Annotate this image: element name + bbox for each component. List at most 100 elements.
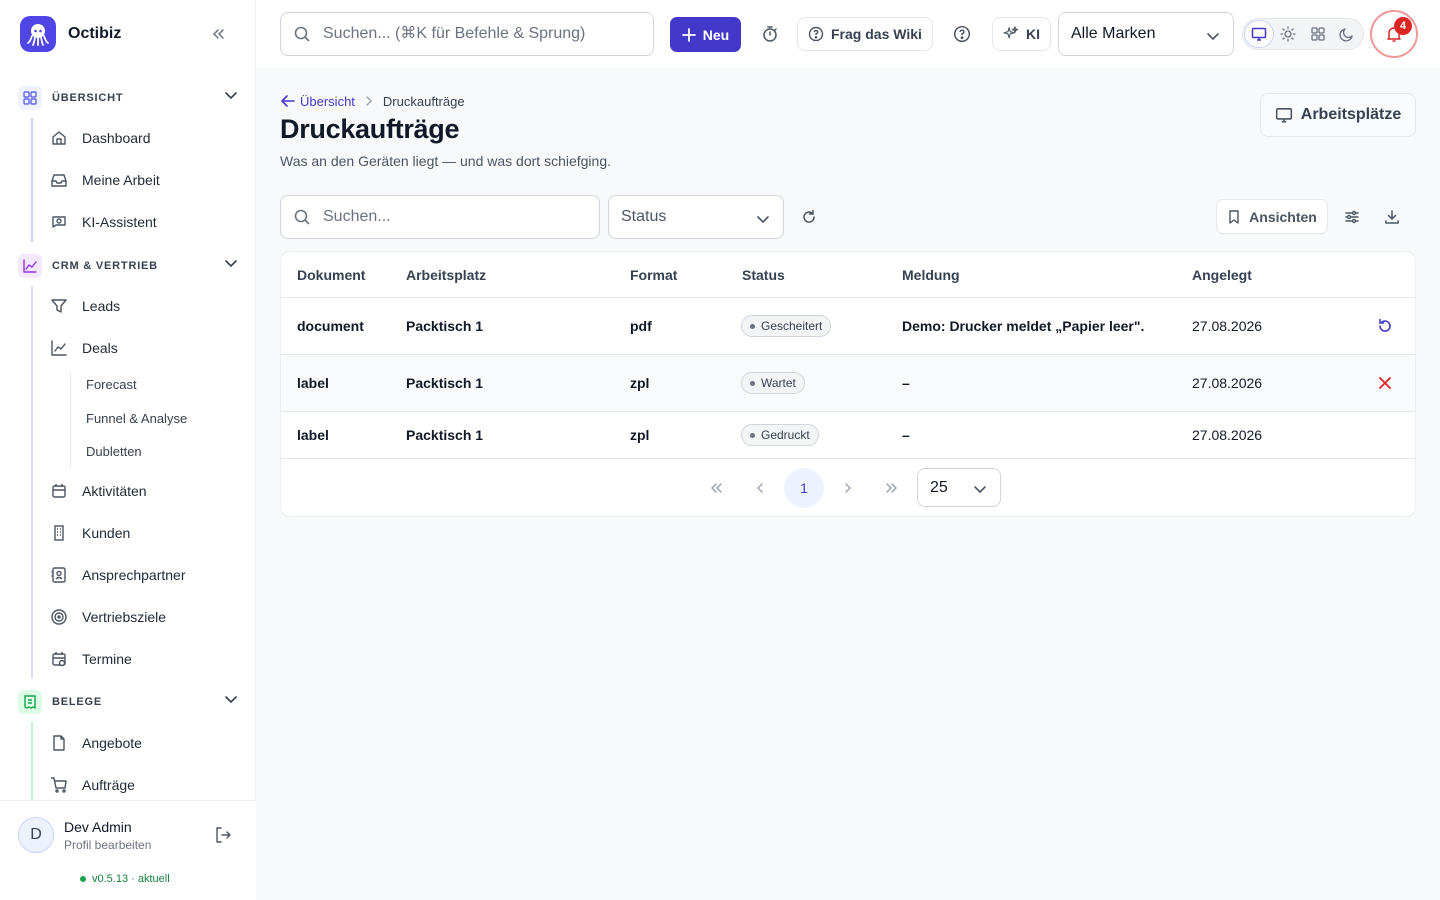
- global-search[interactable]: [280, 12, 654, 56]
- breadcrumb-current: Druckaufträge: [382, 93, 465, 109]
- bookmark-icon: [1229, 209, 1239, 224]
- sidebar-item-label: Deals: [82, 340, 118, 356]
- ai-button-label: KI: [1026, 26, 1040, 42]
- wiki-button[interactable]: Frag das Wiki: [797, 17, 933, 51]
- octopus-logo-icon: [20, 16, 56, 52]
- theme-grid-button[interactable]: [1304, 21, 1332, 47]
- prev-page-button[interactable]: [740, 468, 780, 508]
- chevron-down-icon: [1207, 33, 1219, 41]
- page-subtitle: Was an den Geräten liegt — und was dort …: [280, 153, 611, 169]
- sidebar-item-kunden[interactable]: Kunden: [50, 516, 240, 550]
- page-button-current[interactable]: 1: [784, 468, 824, 508]
- column-header-arbeitsplatz[interactable]: Arbeitsplatz: [406, 267, 486, 283]
- inbox-icon: [51, 174, 67, 187]
- status-badge: Wartet: [741, 372, 805, 394]
- sidebar-subitem-dubletten[interactable]: Dubletten: [86, 444, 142, 459]
- logout-button[interactable]: [213, 825, 233, 850]
- column-header-status[interactable]: Status: [742, 267, 785, 283]
- section-uebersicht[interactable]: ÜBERSICHT: [18, 85, 240, 111]
- column-header-dokument[interactable]: Dokument: [297, 267, 365, 283]
- retry-button[interactable]: [1373, 314, 1397, 338]
- sidebar-item-meine-arbeit[interactable]: Meine Arbeit: [50, 163, 240, 197]
- target-icon: [51, 609, 67, 625]
- views-button-label: Ansichten: [1249, 208, 1317, 225]
- monitor-icon: [1275, 108, 1292, 123]
- page-size-select[interactable]: 25: [917, 468, 1001, 507]
- sidebar-item-ki-assistent[interactable]: KI-Assistent: [50, 205, 240, 239]
- theme-dark-button[interactable]: [1334, 21, 1362, 47]
- new-button[interactable]: Neu: [670, 17, 741, 52]
- table-row[interactable]: label Packtisch 1 zpl Gedruckt – 27.08.2…: [281, 412, 1415, 458]
- help-button[interactable]: [950, 22, 974, 46]
- brand-select[interactable]: Alle Marken: [1058, 12, 1234, 56]
- export-button[interactable]: [1380, 205, 1404, 229]
- status-dot: [80, 876, 86, 882]
- ai-button[interactable]: KI: [992, 17, 1051, 51]
- search-icon: [294, 26, 310, 42]
- sidebar-item-ansprechpartner[interactable]: Ansprechpartner: [50, 558, 240, 592]
- status-badge: Gescheitert: [741, 315, 832, 337]
- cancel-job-button[interactable]: [1373, 371, 1397, 395]
- sidebar-item-angebote[interactable]: Angebote: [50, 726, 240, 760]
- global-search-input[interactable]: [323, 25, 643, 43]
- status-filter-select[interactable]: Status: [608, 195, 784, 239]
- sidebar-item-leads[interactable]: Leads: [50, 289, 240, 323]
- next-page-button[interactable]: [828, 468, 868, 508]
- sidebar-item-label: Termine: [82, 651, 132, 667]
- cell-workstation: Packtisch 1: [406, 427, 484, 443]
- column-header-format[interactable]: Format: [630, 267, 677, 283]
- sidebar-subitem-forecast[interactable]: Forecast: [86, 377, 137, 392]
- collapse-sidebar-button[interactable]: [206, 22, 230, 46]
- retry-icon: [1379, 318, 1391, 332]
- new-button-label: Neu: [702, 26, 730, 43]
- table-search-input[interactable]: [323, 208, 583, 226]
- theme-system-button[interactable]: [1245, 21, 1273, 47]
- sidebar-item-auftraege[interactable]: Aufträge: [50, 768, 240, 802]
- notifications-button[interactable]: [1370, 10, 1418, 58]
- sidebar-item-label: Vertriebsziele: [82, 609, 167, 625]
- chevrons-left-icon: [212, 29, 224, 39]
- theme-light-button[interactable]: [1275, 21, 1303, 47]
- status-badge: Gedruckt: [741, 424, 819, 446]
- chart-line-icon: [18, 254, 42, 278]
- sidebar-item-label: Aufträge: [82, 777, 135, 793]
- sidebar-item-label: Leads: [82, 298, 121, 314]
- sidebar-item-deals[interactable]: Deals: [50, 331, 240, 365]
- monitor-icon: [1251, 27, 1266, 41]
- filter-icon: [51, 299, 67, 313]
- column-header-angelegt[interactable]: Angelegt: [1192, 267, 1252, 283]
- section-crm-vertrieb[interactable]: CRM & VERTRIEB: [18, 253, 240, 279]
- breadcrumb: Übersicht Druckaufträge: [280, 93, 465, 109]
- sidebar-item-label: Dashboard: [82, 130, 151, 146]
- sidebar-item-vertriebsziele[interactable]: Vertriebsziele: [50, 600, 240, 634]
- sidebar-item-dashboard[interactable]: Dashboard: [50, 121, 240, 155]
- topbar: Neu Frag das Wiki KI Alle Marken 4: [256, 0, 1440, 68]
- edit-profile-link[interactable]: Profil bearbeiten: [64, 838, 151, 852]
- breadcrumb-back-link[interactable]: Übersicht: [280, 93, 355, 109]
- brand[interactable]: Octibiz: [20, 16, 121, 52]
- sidebar-item-termine[interactable]: Termine: [50, 642, 240, 676]
- workstations-button[interactable]: Arbeitsplätze: [1260, 93, 1416, 137]
- layout-grid-icon: [1311, 27, 1325, 41]
- sidebar-item-aktivitaeten[interactable]: Aktivitäten: [50, 474, 240, 508]
- refresh-button[interactable]: [797, 205, 821, 229]
- timer-button[interactable]: [758, 22, 782, 46]
- section-belege[interactable]: BELEGE: [18, 689, 240, 715]
- table-search[interactable]: [280, 195, 600, 239]
- section-rail: [31, 722, 33, 800]
- sidebar-subitem-funnel[interactable]: Funnel & Analyse: [86, 411, 187, 426]
- views-button[interactable]: Ansichten: [1216, 199, 1328, 234]
- table-row[interactable]: label Packtisch 1 zpl Wartet – 27.08.202…: [281, 355, 1415, 411]
- chevrons-right-icon: [886, 483, 898, 493]
- chevrons-left-icon: [710, 483, 722, 493]
- last-page-button[interactable]: [872, 468, 912, 508]
- avatar[interactable]: D: [18, 817, 54, 853]
- table-row[interactable]: document Packtisch 1 pdf Gescheitert Dem…: [281, 298, 1415, 354]
- notification-count-badge: 4: [1394, 17, 1412, 35]
- column-settings-button[interactable]: [1340, 205, 1364, 229]
- column-header-meldung[interactable]: Meldung: [902, 267, 960, 283]
- sidebar-item-label: Aktivitäten: [82, 483, 147, 499]
- wiki-button-label: Frag das Wiki: [831, 26, 922, 42]
- first-page-button[interactable]: [696, 468, 736, 508]
- workstations-button-label: Arbeitsplätze: [1300, 106, 1402, 123]
